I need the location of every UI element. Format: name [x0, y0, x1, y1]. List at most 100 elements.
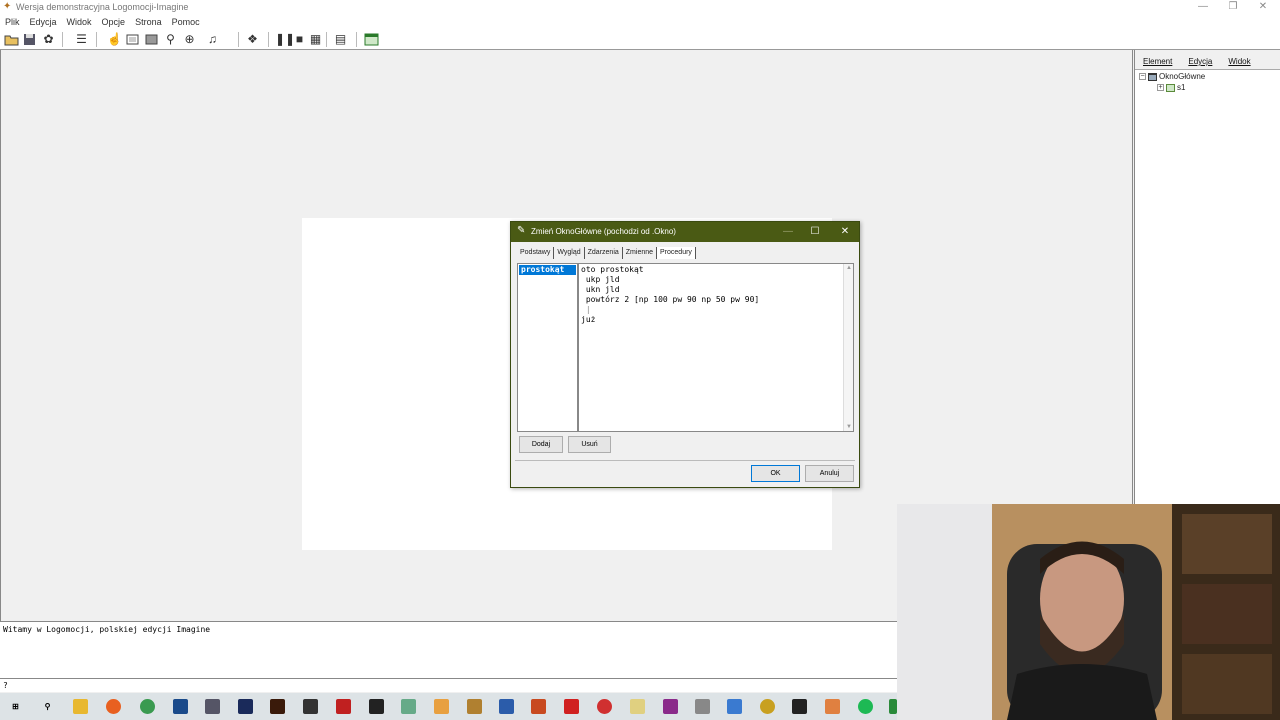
tree-node-label: s1: [1177, 83, 1186, 92]
camera-app-icon[interactable]: [303, 699, 318, 714]
magnify-icon[interactable]: ⚲: [163, 32, 178, 47]
app-clock-icon[interactable]: [760, 699, 775, 714]
chrome-icon[interactable]: [140, 699, 155, 714]
app-gear-icon[interactable]: [467, 699, 482, 714]
tab-procedury[interactable]: Procedury: [657, 247, 696, 259]
toolbar-separator: [96, 32, 97, 47]
powerpoint-icon[interactable]: [531, 699, 546, 714]
code-scrollbar[interactable]: ▲ ▼: [843, 264, 853, 431]
minimize-button[interactable]: —: [1187, 0, 1219, 15]
edit-pencil-icon: ✎: [517, 225, 526, 236]
open-folder-icon[interactable]: [4, 32, 19, 47]
tab-zmienne[interactable]: Zmienne: [623, 247, 658, 259]
page-icon[interactable]: ▤: [333, 32, 348, 47]
menu-pomoc[interactable]: Pomoc: [167, 15, 205, 29]
tree-menu: Element Edycja Widok: [1135, 50, 1280, 70]
tree-menu-element[interactable]: Element: [1135, 57, 1180, 69]
remove-procedure-button[interactable]: Usuń: [568, 436, 611, 453]
step-icon[interactable]: ▦: [308, 32, 323, 47]
app-gimp-icon[interactable]: [401, 699, 416, 714]
acrobat-icon[interactable]: [564, 699, 579, 714]
app-translate-icon[interactable]: [727, 699, 742, 714]
filezilla-icon[interactable]: [336, 699, 351, 714]
frame-icon[interactable]: [125, 32, 140, 47]
pause-icon[interactable]: ❚❚: [275, 32, 295, 47]
dialog-maximize-button[interactable]: ☐: [808, 225, 822, 239]
toolbar-separator: [62, 32, 63, 47]
code-line: powtórz 2 [np 100 pw 90 np 50 pw 90]: [581, 295, 760, 304]
tab-zdarzenia[interactable]: Zdarzenia: [585, 247, 623, 259]
scroll-up-icon[interactable]: ▲: [844, 264, 854, 272]
app-op-icon[interactable]: [173, 699, 188, 714]
app-paint-icon[interactable]: [695, 699, 710, 714]
menu-widok[interactable]: Widok: [62, 15, 97, 29]
firefox-icon[interactable]: [106, 699, 121, 714]
ok-button[interactable]: OK: [751, 465, 800, 482]
tree-menu-edycja[interactable]: Edycja: [1180, 57, 1220, 69]
sound-icon[interactable]: ♫: [205, 32, 220, 47]
dialog-minimize-button[interactable]: —: [781, 225, 795, 239]
windows-start-icon[interactable]: ⊞: [8, 699, 23, 714]
word-icon[interactable]: [499, 699, 514, 714]
window-icon[interactable]: [364, 32, 379, 47]
illustrator-icon[interactable]: [270, 699, 285, 714]
app-record-icon[interactable]: [597, 699, 612, 714]
tree-node-main-window[interactable]: − OknoGłówne: [1139, 72, 1205, 81]
code-line: oto prostokąt: [581, 265, 644, 274]
webcam-video-frame: [897, 504, 1280, 720]
photoshop-icon[interactable]: [238, 699, 253, 714]
run-icon[interactable]: ❖: [245, 32, 260, 47]
menu-bar: Plik Edycja Widok Opcje Strona Pomoc: [0, 15, 1280, 29]
app-tool-icon[interactable]: [205, 699, 220, 714]
close-button[interactable]: ✕: [1247, 0, 1279, 15]
menu-edycja[interactable]: Edycja: [25, 15, 62, 29]
tab-podstawy[interactable]: Podstawy: [517, 247, 555, 259]
scroll-down-icon[interactable]: ▼: [844, 423, 854, 431]
cancel-button[interactable]: Anuluj: [805, 465, 854, 482]
procedure-list[interactable]: prostokąt: [517, 263, 578, 432]
code-line: już: [581, 315, 596, 324]
rectangle-icon[interactable]: [144, 32, 159, 47]
turtle-app-icon: ✦: [3, 1, 12, 12]
spotify-icon[interactable]: [858, 699, 873, 714]
search-icon[interactable]: ⚲: [40, 699, 55, 714]
app-green-icon[interactable]: [889, 699, 897, 714]
turtle-icon[interactable]: ✿: [41, 32, 56, 47]
tree-node-page[interactable]: + s1: [1157, 83, 1185, 92]
save-icon[interactable]: [22, 32, 37, 47]
align-icon[interactable]: ☰: [74, 32, 89, 47]
procedure-item[interactable]: prostokąt: [519, 265, 576, 275]
tree-menu-widok[interactable]: Widok: [1220, 57, 1258, 69]
message-area: Witamy w Logomocji, polskiej edycji Imag…: [0, 621, 897, 678]
inkscape-icon[interactable]: [369, 699, 384, 714]
menu-strona[interactable]: Strona: [130, 15, 167, 29]
code-line: ukp jld: [581, 275, 620, 284]
app-pen-icon[interactable]: [630, 699, 645, 714]
app-brush-icon[interactable]: [825, 699, 840, 714]
restore-button[interactable]: ❐: [1217, 0, 1249, 15]
procedure-code-editor[interactable]: oto prostokąt ukp jld ukn jld powtórz 2 …: [578, 263, 854, 432]
app-dark-icon[interactable]: [792, 699, 807, 714]
element-tree-panel: Element Edycja Widok − OknoGłówne + s1: [1134, 50, 1280, 504]
add-procedure-button[interactable]: Dodaj: [519, 436, 563, 453]
menu-opcje[interactable]: Opcje: [97, 15, 131, 29]
app-purple-icon[interactable]: [663, 699, 678, 714]
expand-icon[interactable]: +: [1157, 84, 1164, 91]
text-cursor: |: [581, 305, 591, 314]
toolbar-separator: [238, 32, 239, 47]
toolbar-separator: [356, 32, 357, 47]
dialog-close-button[interactable]: ✕: [838, 225, 852, 239]
welcome-message: Witamy w Logomocji, polskiej edycji Imag…: [3, 625, 211, 634]
file-explorer-icon[interactable]: [73, 699, 88, 714]
dialog-title: Zmień OknoGłówne (pochodzi od .Okno): [531, 227, 676, 236]
collapse-icon[interactable]: −: [1139, 73, 1146, 80]
command-line[interactable]: ?: [0, 678, 897, 692]
turtle-taskbar-icon[interactable]: [434, 699, 449, 714]
tab-wyglad[interactable]: Wygląd: [554, 247, 585, 259]
stop-icon[interactable]: ■: [292, 32, 307, 47]
tree-node-label: OknoGłówne: [1159, 72, 1206, 81]
hand-pointer-icon[interactable]: ☝: [107, 32, 122, 47]
menu-plik[interactable]: Plik: [0, 15, 25, 29]
globe-icon[interactable]: ⊕: [182, 32, 197, 47]
window-title-bar: ✦ Wersja demonstracyjna Logomocji-Imagin…: [0, 0, 1280, 15]
